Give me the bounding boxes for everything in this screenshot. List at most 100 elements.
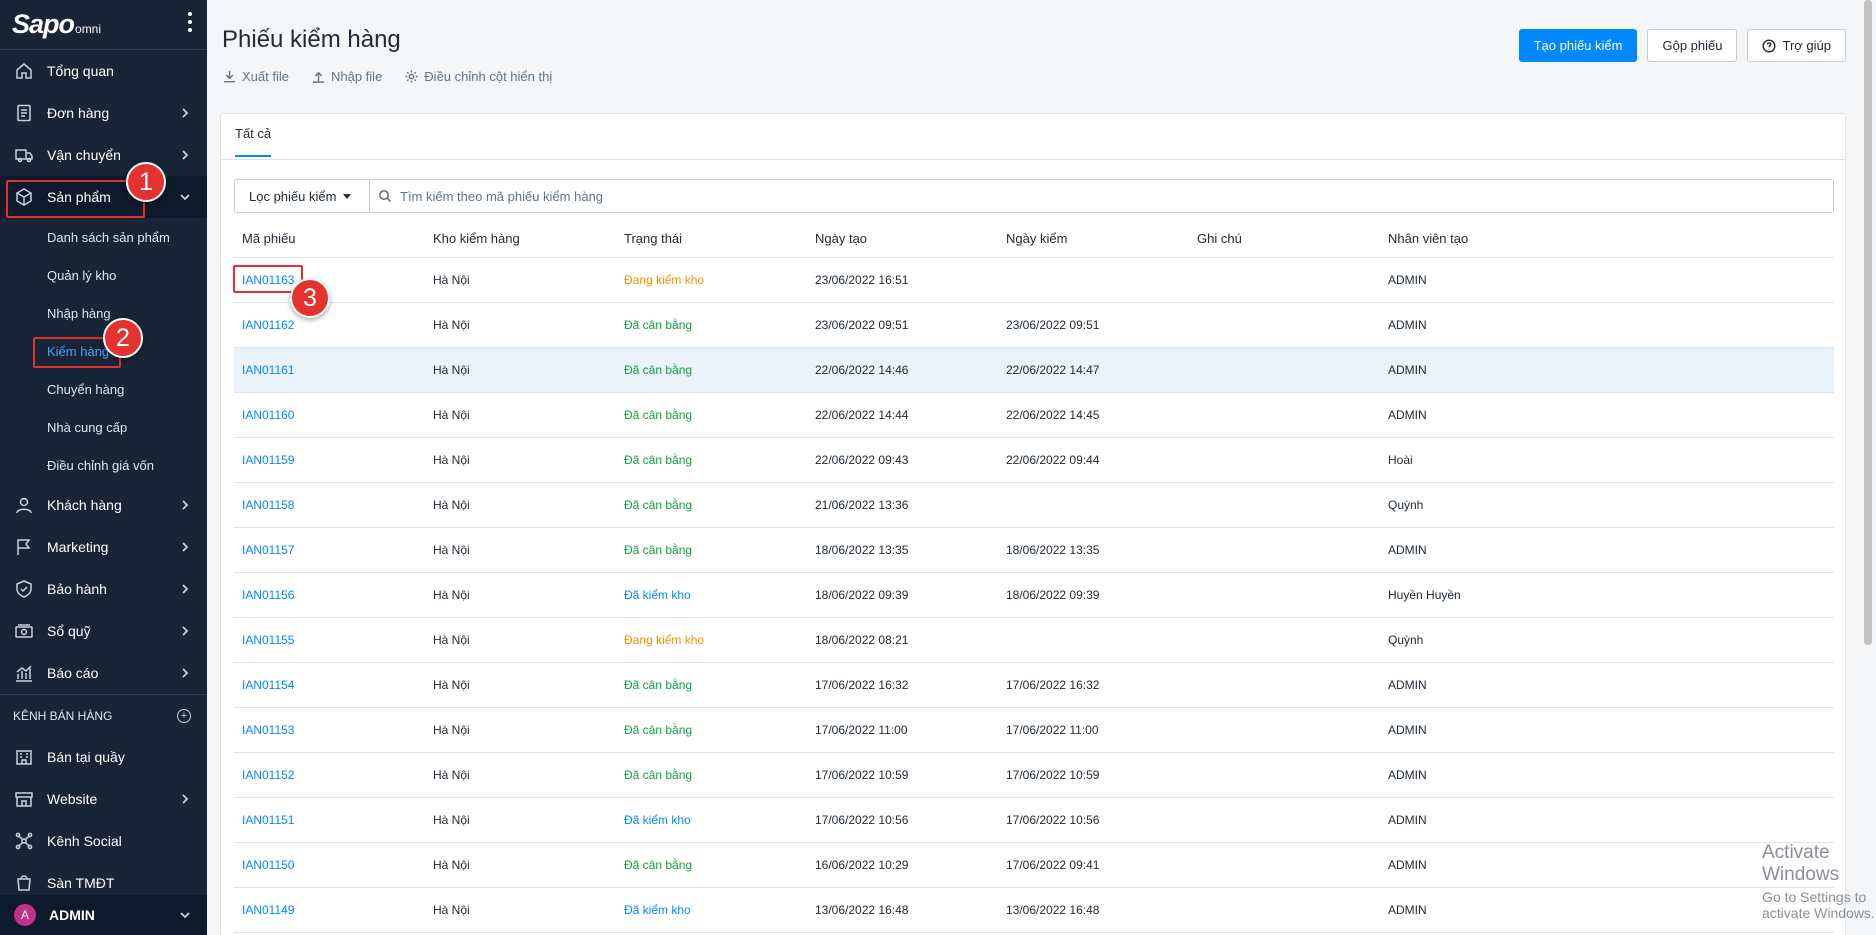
- sub-item-suppliers[interactable]: Nhà cung cấp: [0, 408, 207, 446]
- table-row[interactable]: IAN01150 Hà Nội Đã cân bằng 16/06/2022 10:2…: [234, 842, 1834, 888]
- merge-button[interactable]: Gộp phiếu: [1647, 29, 1738, 62]
- sidebar-item-products[interactable]: Sản phẩm: [0, 176, 207, 218]
- table-row[interactable]: IAN01158 Hà Nội Đã cân bằng 21/06/2022 13:3…: [234, 482, 1834, 528]
- note-cell: [1189, 842, 1380, 888]
- sidebar-item-website[interactable]: Website: [0, 778, 207, 820]
- note-cell: [1189, 437, 1380, 483]
- sidebar-item-warranty[interactable]: Bảo hành: [0, 568, 207, 610]
- created-cell: 13/06/2022 16:48: [807, 887, 998, 933]
- staff-cell: Quỳnh: [1380, 617, 1834, 663]
- order-icon: [14, 103, 34, 123]
- status-cell: Đã cân bằng: [616, 482, 807, 528]
- code-cell[interactable]: IAN01162: [234, 302, 425, 348]
- table-row[interactable]: IAN01151 Hà Nội Đã kiểm kho 17/06/2022 10:5…: [234, 797, 1834, 843]
- code-cell[interactable]: IAN01155: [234, 617, 425, 663]
- sidebar-item-orders[interactable]: Đơn hàng: [0, 92, 207, 134]
- table-row[interactable]: IAN01160 Hà Nội Đã cân bằng 22/06/2022 14:4…: [234, 392, 1834, 438]
- table-row[interactable]: IAN01163 Hà Nội Đang kiểm kho 23/06/2022 16…: [234, 257, 1834, 303]
- export-file-button[interactable]: Xuất file: [222, 69, 289, 84]
- code-cell[interactable]: IAN01149: [234, 887, 425, 933]
- sidebar-item-social[interactable]: Kênh Social: [0, 820, 207, 862]
- col-created[interactable]: Ngày tạo: [807, 220, 998, 258]
- sidebar-item-cashbook[interactable]: Sổ quỹ: [0, 610, 207, 652]
- staff-cell: ADMIN: [1380, 797, 1834, 843]
- sapo-logo[interactable]: Sapo: [12, 9, 75, 40]
- sub-item-cost-adjustment[interactable]: Điều chỉnh giá vốn: [0, 446, 207, 484]
- sidebar-item-pos[interactable]: Bán tại quầy: [0, 736, 207, 778]
- warehouse-cell: Hà Nội: [425, 527, 616, 573]
- checked-cell: 13/06/2022 16:48: [998, 887, 1189, 933]
- code-cell[interactable]: IAN01152: [234, 752, 425, 798]
- status-cell: Đã cân bằng: [616, 662, 807, 708]
- created-cell: 17/06/2022 10:56: [807, 797, 998, 843]
- sub-item-transfer[interactable]: Chuyển hàng: [0, 370, 207, 408]
- sidebar-item-customers[interactable]: Khách hàng: [0, 484, 207, 526]
- download-icon: [223, 70, 236, 83]
- table-row[interactable]: IAN01159 Hà Nội Đã cân bằng 22/06/2022 09:4…: [234, 437, 1834, 483]
- created-cell: 23/06/2022 16:51: [807, 257, 998, 303]
- table-row[interactable]: IAN01153 Hà Nội Đã cân bằng 17/06/2022 11:0…: [234, 707, 1834, 753]
- table-row[interactable]: IAN01157 Hà Nội Đã cân bằng 18/06/2022 13:3…: [234, 527, 1834, 573]
- import-file-button[interactable]: Nhập file: [311, 69, 382, 84]
- status-cell: Đã cân bằng: [616, 707, 807, 753]
- windows-activation-watermark: Activate Windows Go to Settings to activ…: [1762, 842, 1876, 921]
- home-icon: [14, 61, 34, 81]
- code-cell[interactable]: IAN01161: [234, 347, 425, 393]
- table-row[interactable]: IAN01162 Hà Nội Đã cân bằng 23/06/2022 09:5…: [234, 302, 1834, 348]
- table-row[interactable]: IAN01152 Hà Nội Đã cân bằng 17/06/2022 10:5…: [234, 752, 1834, 798]
- note-cell: [1189, 392, 1380, 438]
- sub-item-purchase[interactable]: Nhập hàng: [0, 294, 207, 332]
- code-cell[interactable]: IAN01153: [234, 707, 425, 753]
- chevron-right-icon: [177, 147, 193, 163]
- col-note[interactable]: Ghi chú: [1189, 220, 1380, 258]
- table-header-row: Mã phiếu Kho kiểm hàng Trạng thái Ngày t…: [234, 220, 1834, 258]
- help-button[interactable]: Trợ giúp: [1747, 29, 1846, 62]
- note-cell: [1189, 347, 1380, 393]
- code-cell[interactable]: IAN01150: [234, 842, 425, 888]
- filter-dropdown[interactable]: Lọc phiếu kiểm: [235, 180, 370, 212]
- tabs: Tất cả: [221, 114, 1845, 160]
- created-cell: 18/06/2022 08:21: [807, 617, 998, 663]
- sidebar-item-marketing[interactable]: Marketing: [0, 526, 207, 568]
- code-cell[interactable]: IAN01158: [234, 482, 425, 528]
- created-cell: 18/06/2022 09:39: [807, 572, 998, 618]
- code-cell[interactable]: IAN01159: [234, 437, 425, 483]
- help-label: Trợ giúp: [1782, 38, 1831, 53]
- table-row[interactable]: IAN01154 Hà Nội Đã cân bằng 17/06/2022 16:3…: [234, 662, 1834, 708]
- col-status[interactable]: Trạng thái: [616, 220, 807, 258]
- website-icon: [14, 789, 34, 809]
- import-label: Nhập file: [330, 69, 383, 84]
- scrollbar[interactable]: [1864, 0, 1872, 645]
- sidebar-item-shipping[interactable]: Vận chuyển: [0, 134, 207, 176]
- sub-item-product-list[interactable]: Danh sách sản phẩm: [0, 218, 207, 256]
- code-cell[interactable]: IAN01151: [234, 797, 425, 843]
- table-row[interactable]: IAN01149 Hà Nội Đã kiểm kho 13/06/2022 16:4…: [234, 887, 1834, 933]
- code-cell[interactable]: IAN01154: [234, 662, 425, 708]
- sidebar-item-reports[interactable]: Báo cáo: [0, 652, 207, 694]
- col-checked[interactable]: Ngày kiểm: [998, 220, 1189, 258]
- more-options-icon[interactable]: [187, 12, 193, 32]
- col-staff[interactable]: Nhân viên tạo: [1380, 220, 1834, 258]
- create-stock-check-button[interactable]: Tạo phiếu kiểm: [1518, 29, 1638, 62]
- adjust-columns-button[interactable]: Điều chỉnh cột hiển thị: [404, 69, 552, 84]
- code-cell[interactable]: IAN01160: [234, 392, 425, 438]
- chart-icon: [14, 663, 34, 683]
- checked-cell: 17/06/2022 11:00: [998, 707, 1189, 753]
- sidebar-item-overview[interactable]: Tổng quan: [0, 50, 207, 92]
- table-row[interactable]: IAN01161 Hà Nội Đã cân bằng 22/06/2022 14:4…: [234, 347, 1834, 393]
- chevron-right-icon: [177, 105, 193, 121]
- col-warehouse[interactable]: Kho kiểm hàng: [425, 220, 616, 258]
- add-channel-icon[interactable]: +: [177, 709, 191, 723]
- user-menu[interactable]: A ADMIN: [0, 895, 207, 935]
- created-cell: 21/06/2022 13:36: [807, 482, 998, 528]
- status-cell: Đang kiểm kho: [616, 257, 807, 303]
- col-code[interactable]: Mã phiếu: [234, 220, 425, 258]
- filter-label: Lọc phiếu kiểm: [249, 188, 337, 204]
- code-cell[interactable]: IAN01157: [234, 527, 425, 573]
- table-row[interactable]: IAN01156 Hà Nội Đã kiểm kho 18/06/2022 09:3…: [234, 572, 1834, 618]
- search-input[interactable]: [400, 188, 1300, 204]
- table-row[interactable]: IAN01155 Hà Nội Đang kiểm kho 18/06/2022 08…: [234, 617, 1834, 663]
- sub-item-inventory[interactable]: Quản lý kho: [0, 256, 207, 294]
- tab-all[interactable]: Tất cả: [235, 126, 272, 157]
- code-cell[interactable]: IAN01156: [234, 572, 425, 618]
